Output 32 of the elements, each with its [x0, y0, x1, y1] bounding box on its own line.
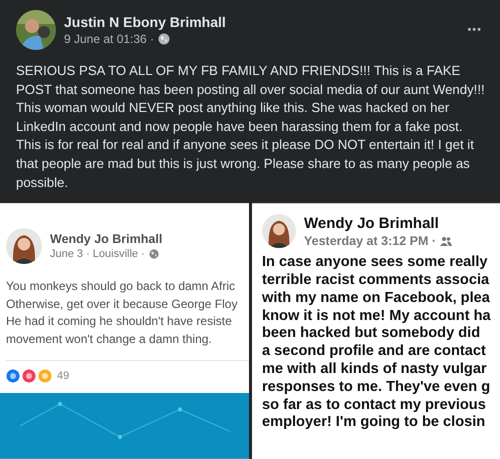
globe-icon [158, 33, 170, 45]
love-reaction-icon [22, 369, 36, 384]
post-text-line: In case anyone sees some really [262, 254, 489, 272]
friends-icon [440, 236, 452, 246]
avatar [262, 214, 296, 248]
post-text-line: terrible racist comments associa [262, 272, 490, 290]
more-options-button[interactable]: ••• [463, 20, 486, 40]
like-reaction-icon [6, 369, 20, 384]
author-name: Wendy Jo Brimhall [304, 214, 440, 232]
globe-icon [148, 249, 159, 260]
post-text-line: with my name on Facebook, plea [262, 290, 491, 308]
post-text-line: employer! I'm going to be closin [262, 414, 486, 432]
post-text-line: He had it coming he shouldn't have resiste [6, 313, 233, 330]
author-name: Wendy Jo Brimhall [50, 232, 164, 246]
post-text-line: Otherwise, get over it because George Floy [6, 296, 238, 313]
post-text-line: You monkeys should go back to damn Afric [6, 278, 236, 296]
post-text-line: me with all kinds of nasty vulgar [262, 360, 488, 379]
post-text-line: a second profile and are contact [262, 343, 487, 361]
post-time: Yesterday at 3:12 PM · [304, 234, 436, 248]
post-text-line: been hacked but somebody did [262, 325, 482, 344]
avatar [6, 228, 42, 264]
wow-reaction-icon [38, 369, 52, 384]
post-text-line: movement won't change a damn thing. [6, 330, 213, 348]
post-text-line: know it is not me! My account ha [262, 308, 492, 326]
post-time[interactable]: 9 June at 01:36 · [64, 32, 154, 46]
post-time: June 3 · Louisville · [50, 248, 145, 260]
post-text-line: so far as to contact my previous [262, 396, 487, 414]
post-text: SERIOUS PSA TO ALL OF MY FB FAMILY AND FRIENDS!!! This is a FAKE POST that someone has been posting all over social media of our aunt Wendy!!! This woman would NEVER post anything like this. She was hacked on her LinkedIn account and now people have been harassing them for a fake post. This is for real for real and if anyone sees it please DO NOT entertain it! I get it that people are mad but this is just wrong. Please share to as many people as possible. [16, 62, 486, 192]
avatar [16, 10, 56, 50]
reaction-count: 49 [57, 370, 70, 382]
author-name[interactable]: Justin N Ebony Brimhall [64, 14, 456, 30]
post-text-line: responses to me. They've even g [262, 378, 492, 397]
